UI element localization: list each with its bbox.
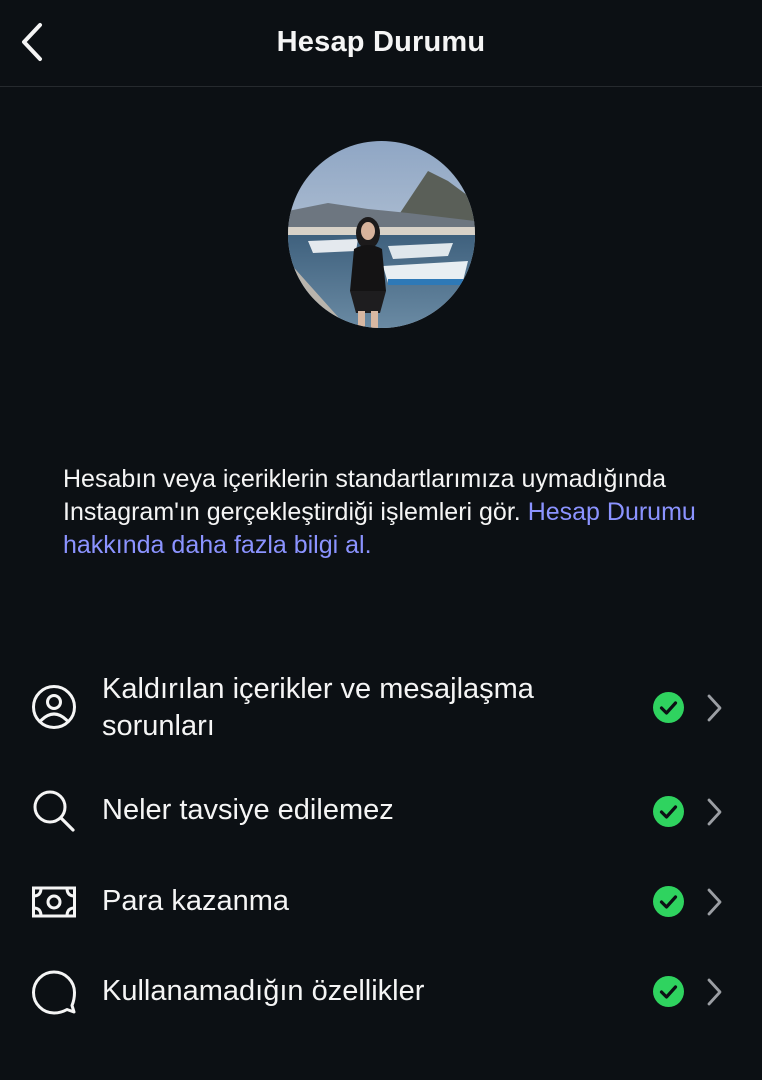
top-bar: Hesap Durumu <box>0 0 762 87</box>
check-circle-icon <box>653 796 684 827</box>
search-icon <box>31 788 77 834</box>
row-not-recommended[interactable]: Neler tavsiye edilemez <box>0 786 762 836</box>
check-circle-icon <box>653 692 684 723</box>
check-circle-icon <box>653 886 684 917</box>
user-circle-icon <box>31 684 77 730</box>
chat-bubble-icon <box>31 969 77 1015</box>
row-label: Para kazanma <box>102 885 289 917</box>
profile-avatar <box>288 141 475 328</box>
chevron-right-icon <box>707 798 722 826</box>
description: Hesabın veya içeriklerin standartlarımız… <box>63 463 703 562</box>
banknote-icon <box>31 879 77 925</box>
page-title: Hesap Durumu <box>276 26 486 58</box>
row-removed-content[interactable]: Kaldırılan içerikler ve mesajlaşma sorun… <box>0 668 762 748</box>
chevron-right-icon <box>707 978 722 1006</box>
row-label: Neler tavsiye edilemez <box>102 794 394 826</box>
row-label: Kaldırılan içerikler ve mesajlaşma sorun… <box>102 673 534 742</box>
row-unavailable-features[interactable]: Kullanamadığın özellikler <box>0 967 762 1017</box>
check-circle-icon <box>653 976 684 1007</box>
row-label: Kullanamadığın özellikler <box>102 975 425 1007</box>
chevron-right-icon <box>707 888 722 916</box>
row-monetization[interactable]: Para kazanma <box>0 877 762 927</box>
chevron-right-icon <box>707 694 722 722</box>
